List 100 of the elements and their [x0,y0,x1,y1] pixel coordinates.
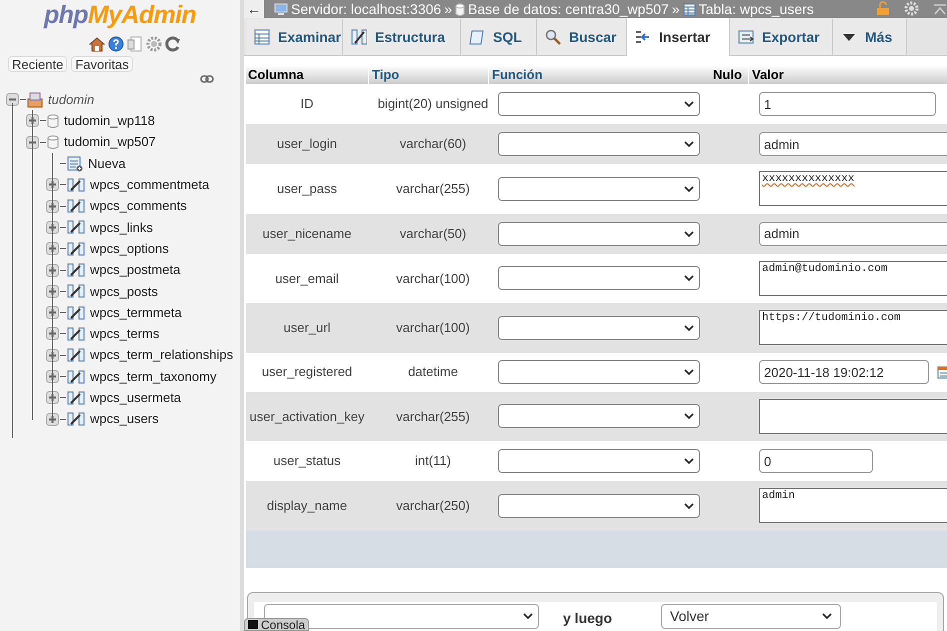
table-structure-icon [67,326,85,341]
collapse-up-icon [933,2,947,14]
value-textarea[interactable]: xxxxxxxxxxxxxx [759,171,947,206]
breadcrumb-link[interactable]: Tabla: wpcs_users [698,0,814,20]
database-icon [455,2,465,16]
value-textarea[interactable] [759,398,947,434]
value-field[interactable]: 0 [759,449,873,473]
value-field[interactable]: admin [759,132,947,156]
function-select[interactable] [498,316,700,340]
table-cell-text: varchar(60) [398,135,468,154]
table-structure-icon [67,263,85,278]
chevron-down-icon [684,502,694,509]
table-structure-icon [67,370,85,384]
table-structure-icon [67,220,85,234]
table-icon [682,2,696,16]
tree-item[interactable]: wpcs_commentmeta [90,175,210,195]
database-group-icon [27,92,43,108]
table-cell-text: varchar(50) [398,224,468,243]
table-structure-icon [67,348,85,362]
table-cell-text: int(11) [414,452,452,470]
chevron-down-icon [684,458,694,464]
tree-item[interactable]: wpcs_options [90,238,169,258]
tree-item[interactable]: wpcs_usermeta [90,388,182,408]
function-select[interactable] [498,404,700,428]
sidebar-button[interactable]: Favoritas [71,56,133,72]
value-textarea[interactable]: admin@tudominio.com [759,260,947,296]
tab[interactable]: Insertar [627,18,730,56]
expand-icon[interactable] [46,242,59,256]
tree-item[interactable]: tudomin_wp118 [64,111,155,131]
expand-icon[interactable] [46,348,59,362]
expand-icon[interactable] [46,391,59,404]
expand-icon[interactable] [46,200,59,213]
logo-text: MyAdmin [88,1,196,29]
tree-item[interactable]: Nueva [88,154,126,174]
back-button[interactable]: ← [244,0,264,18]
tree-item[interactable]: wpcs_postmeta [90,260,180,280]
table-cell-text: user_status [272,452,342,470]
function-select[interactable] [498,222,700,246]
expand-icon[interactable] [46,264,59,277]
tree-item[interactable]: tudomin_wp507 [64,132,156,152]
table-cell-text: datetime [407,363,459,382]
table-cell-text: varchar(100) [395,319,471,337]
database-icon [47,135,59,150]
function-select[interactable] [498,266,700,290]
tree-item[interactable]: wpcs_term_taxonomy [90,366,216,386]
tree-item[interactable]: tudomin [48,90,94,110]
function-select[interactable] [498,360,700,384]
function-select[interactable] [498,176,700,201]
value-field[interactable]: 2020-11-18 19:02:12 [759,360,929,384]
logo-text: php [44,1,88,29]
then-select[interactable]: Volver [661,604,841,628]
breadcrumb-link[interactable]: Base de datos: centra30_wp507 [468,0,669,20]
database-icon [47,114,59,128]
breadcrumb-link[interactable]: Servidor: localhost:3306 [291,0,442,20]
expand-icon[interactable] [26,114,39,128]
settings-icon [146,36,162,52]
expand-icon[interactable] [46,370,59,383]
tree-item[interactable]: wpcs_terms [90,324,160,344]
table-cell-text: user_activation_key [248,408,366,426]
sql-icon [469,29,485,45]
console-tab[interactable]: Consola [244,618,310,631]
tree-item[interactable]: wpcs_links [90,218,153,238]
chevron-down-icon [684,141,694,147]
tab[interactable]: Exportar [730,19,833,55]
tree-item[interactable]: wpcs_comments [90,196,187,216]
table-cell-text: varchar(255) [395,180,471,198]
expand-icon[interactable] [46,327,59,340]
tree-item[interactable]: wpcs_term_relationships [90,345,234,365]
tab[interactable]: Estructura [343,19,461,55]
expand-icon[interactable] [46,284,59,298]
tab[interactable]: Buscar [537,19,627,55]
table-cell-text: bigint(20) unsigned [376,95,490,114]
expand-icon[interactable] [46,306,59,320]
expand-icon[interactable] [46,178,59,192]
tab[interactable]: Más [833,19,907,55]
breadcrumb-separator: » [444,0,452,18]
sidebar-button[interactable]: Reciente [8,56,68,72]
value-field[interactable]: admin [759,222,947,246]
tab[interactable]: SQL [461,19,537,55]
expand-icon[interactable] [46,220,59,234]
value-field[interactable]: 1 [759,92,936,116]
settings-icon [904,1,919,16]
table-cell-text: varchar(250) [395,497,471,515]
table-cell-text: user_pass [276,180,338,198]
collapse-icon[interactable] [26,136,39,149]
logo[interactable]: phpMyAdmin [44,1,196,29]
tree-item[interactable]: wpcs_termmeta [90,302,182,322]
function-select[interactable] [498,449,700,473]
value-textarea[interactable]: https://tudominio.com [759,310,947,346]
value-textarea[interactable]: admin [759,488,947,524]
expand-icon[interactable] [46,412,59,426]
function-select[interactable] [498,494,700,518]
tree-item[interactable]: wpcs_posts [90,282,158,302]
function-select[interactable] [498,132,700,156]
tab[interactable]: Examinar [246,19,343,55]
table-cell-text: varchar(255) [395,408,471,426]
function-select[interactable] [498,92,700,116]
collapse-icon[interactable] [6,93,19,106]
monitor-icon [274,2,288,16]
tree-item[interactable]: wpcs_users [90,409,159,429]
